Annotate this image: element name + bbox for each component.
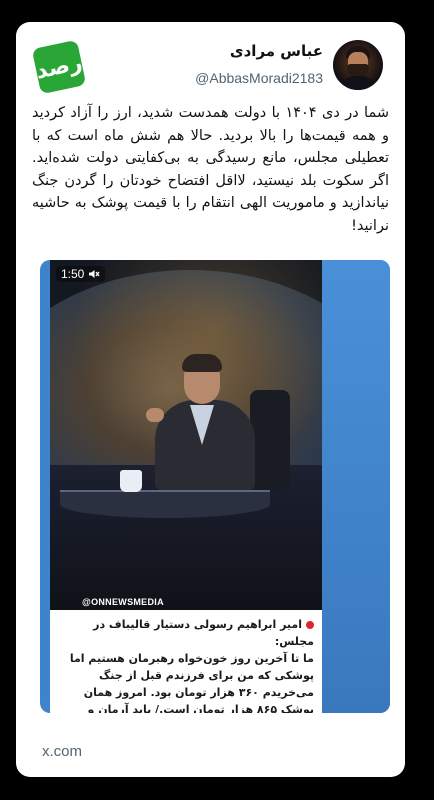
- media-watermark: @ONNEWSMEDIA: [82, 597, 164, 607]
- tweet-header: رصد عباس مرادی @AbbasMoradi2183: [16, 22, 405, 100]
- video-timer[interactable]: 1:50: [56, 266, 106, 282]
- avatar-shoulders: [339, 76, 377, 90]
- speaker-hair: [182, 354, 222, 372]
- speaker-hand: [146, 408, 164, 422]
- caption-title: امیر ابراهیم رسولی دستیار قالیباف در مجل…: [93, 618, 314, 648]
- red-dot-icon: [306, 621, 314, 629]
- cup: [120, 470, 142, 492]
- author-handle[interactable]: @AbbasMoradi2183: [195, 70, 323, 86]
- studio-desk: [60, 490, 270, 518]
- media-side-background: [320, 260, 390, 713]
- video-frame[interactable]: 1:50 @ONNEWSMEDIA: [50, 260, 322, 610]
- chair: [250, 390, 290, 490]
- logo-text: رصد: [33, 49, 85, 85]
- rasad-logo-icon: رصد: [31, 39, 87, 95]
- tweet-text: شما در دی ۱۴۰۴ با دولت همدست شدید، ارز ر…: [32, 105, 389, 234]
- caption-body: ما تا آخرین روز خون‌خواه رهبرمان هستیم ا…: [69, 652, 314, 713]
- tweet-media[interactable]: 1:50 @ONNEWSMEDIA امیر ابراهیم رسولی دست…: [40, 260, 390, 713]
- tweet-card: رصد عباس مرادی @AbbasMoradi2183 شما در د…: [16, 22, 405, 777]
- timer-text: 1:50: [61, 267, 85, 281]
- video-caption: امیر ابراهیم رسولی دستیار قالیباف در مجل…: [50, 610, 322, 713]
- caption-title-row: امیر ابراهیم رسولی دستیار قالیباف در مجل…: [58, 616, 314, 650]
- author-name[interactable]: عباس مرادی: [230, 42, 323, 60]
- source-link[interactable]: x.com: [42, 743, 82, 760]
- avatar[interactable]: [333, 40, 383, 90]
- speaker-muted-icon[interactable]: [88, 269, 100, 279]
